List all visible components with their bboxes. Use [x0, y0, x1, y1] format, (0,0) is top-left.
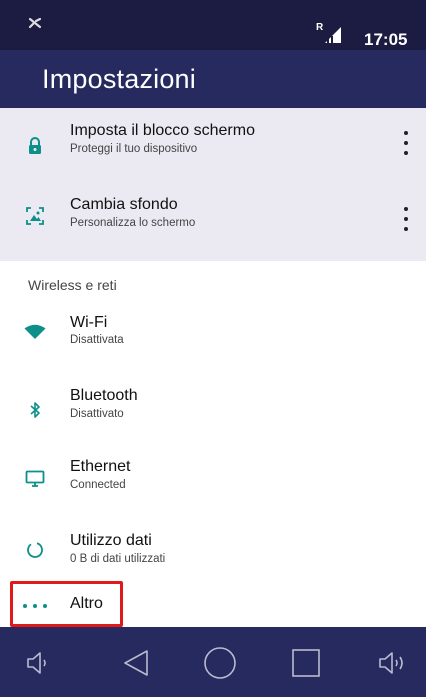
home-icon[interactable]: [200, 645, 240, 681]
bluetooth-icon: [22, 397, 48, 423]
item-title: Ethernet: [70, 458, 131, 475]
item-title: Wi-Fi: [70, 314, 108, 331]
more-options-icon[interactable]: [400, 131, 412, 155]
recents-icon[interactable]: [286, 645, 326, 681]
item-subtitle: Disattivato: [70, 408, 124, 420]
data-usage-icon: [22, 537, 48, 563]
lock-icon: [22, 133, 48, 159]
suggestion-subtitle: Personalizza lo schermo: [70, 217, 196, 229]
list-item-bluetooth[interactable]: Bluetooth Disattivato: [0, 377, 426, 443]
suggestion-lock-screen[interactable]: Imposta il blocco schermo Proteggi il tu…: [0, 108, 426, 184]
page-title: Impostazioni: [42, 64, 196, 94]
navigation-bar: [0, 627, 426, 697]
back-icon[interactable]: [117, 645, 157, 681]
app-bar: Impostazioni: [0, 50, 426, 108]
item-title: Utilizzo dati: [70, 532, 152, 549]
list-item-wifi[interactable]: Wi-Fi Disattivata: [0, 306, 426, 370]
suggestion-title: Cambia sfondo: [70, 196, 178, 213]
suggestion-wallpaper[interactable]: Cambia sfondo Personalizza lo schermo: [0, 184, 426, 261]
suggestions-card: Imposta il blocco schermo Proteggi il tu…: [0, 108, 426, 261]
ethernet-icon: [22, 466, 48, 492]
list-item-data-usage[interactable]: Utilizzo dati 0 B di dati utilizzati: [0, 520, 426, 582]
volume-up-icon[interactable]: [372, 645, 412, 681]
volume-down-icon[interactable]: [18, 645, 58, 681]
status-clock: 17:05: [364, 30, 408, 49]
suggestion-title: Imposta il blocco schermo: [70, 122, 255, 139]
item-subtitle: 0 B di dati utilizzati: [70, 553, 166, 565]
item-subtitle: Disattivata: [70, 334, 124, 346]
signal-icon: [323, 26, 343, 43]
x-icon: [28, 16, 42, 35]
item-title: Bluetooth: [70, 387, 138, 404]
section-header-wireless: Wireless e reti: [28, 277, 117, 293]
status-bar: R 17:05: [0, 0, 426, 50]
wallpaper-icon: [22, 203, 48, 229]
settings-screen: R 17:05 Impostazioni Imposta il blocco s…: [0, 0, 426, 697]
wifi-icon: [22, 319, 48, 345]
more-options-icon[interactable]: [400, 207, 412, 231]
item-subtitle: Connected: [70, 479, 126, 491]
suggestion-subtitle: Proteggi il tuo dispositivo: [70, 143, 198, 155]
highlight-box: [10, 581, 123, 627]
list-item-ethernet[interactable]: Ethernet Connected: [0, 448, 426, 514]
